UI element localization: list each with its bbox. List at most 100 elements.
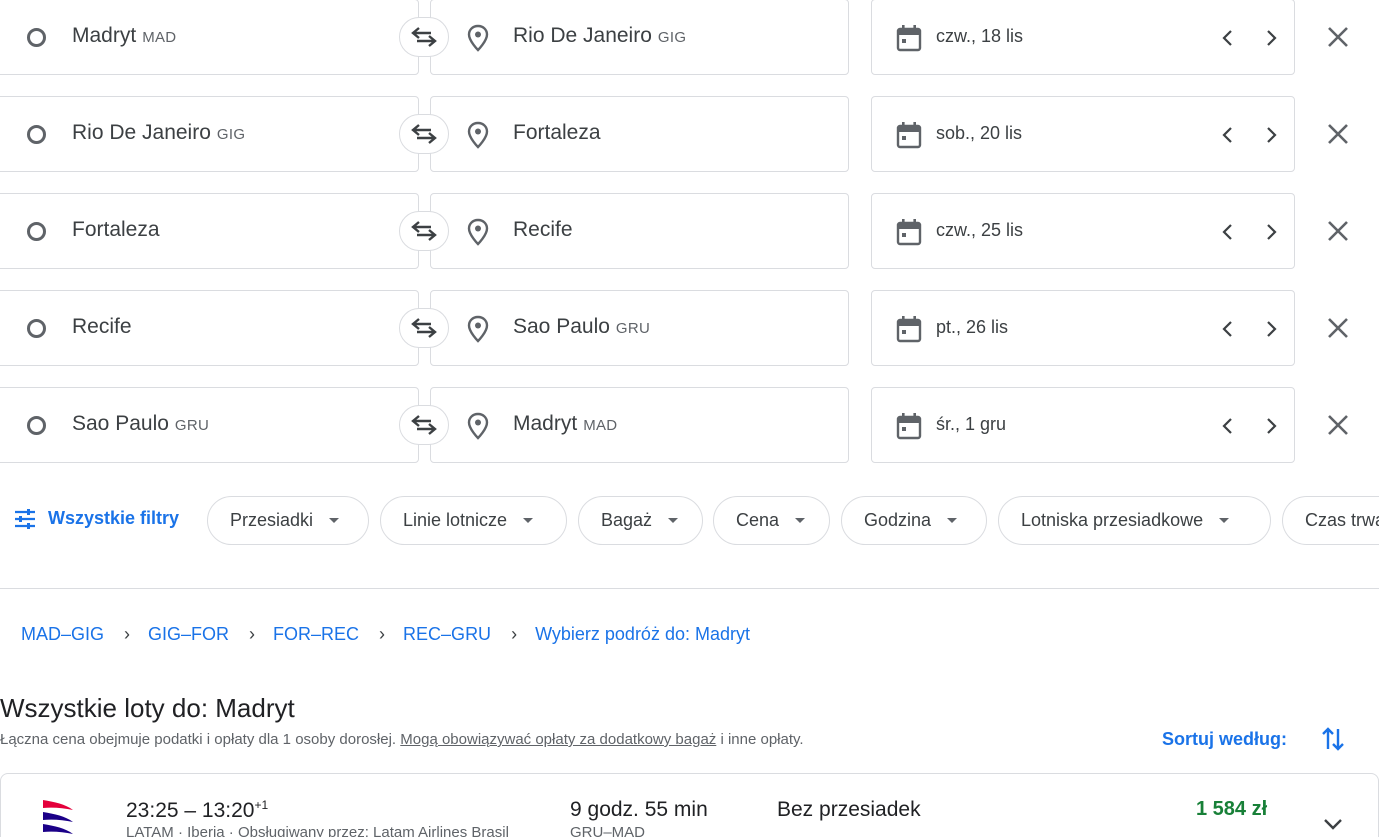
origin-circle-icon	[27, 222, 46, 241]
chip-label: Lotniska przesiadkowe	[1021, 510, 1204, 530]
price-note-suffix: i inne opłaty.	[716, 731, 804, 748]
chip-label: Godzina	[864, 510, 932, 530]
destination-field[interactable]: Recife	[430, 193, 849, 269]
destination-field[interactable]: Rio De Janeiro GIG	[430, 0, 849, 75]
day-offset: +1	[254, 798, 269, 812]
date-text: śr., 1 gru	[936, 414, 1007, 434]
flight-duration: 9 godz. 55 min	[570, 798, 708, 821]
origin-field[interactable]: Recife	[0, 290, 419, 366]
breadcrumb-leg-3[interactable]: FOR–REC	[273, 624, 359, 645]
breadcrumb-leg-2[interactable]: GIG–FOR	[148, 624, 229, 645]
origin-code: MAD	[142, 29, 177, 46]
remove-leg-close-icon[interactable]	[1324, 23, 1352, 51]
origin-field[interactable]: Sao Paulo GRU	[0, 387, 419, 463]
next-date-button[interactable]	[1259, 218, 1283, 246]
destination-city: Sao Paulo	[513, 315, 610, 338]
all-filters-label: Wszystkie filtry	[48, 508, 180, 528]
destination-code: MAD	[583, 417, 618, 434]
previous-date-button[interactable]	[1216, 218, 1240, 246]
expand-chevron-down-icon[interactable]	[1321, 814, 1345, 834]
remove-leg-close-icon[interactable]	[1324, 120, 1352, 148]
remove-leg-close-icon[interactable]	[1324, 411, 1352, 439]
destination-field[interactable]: Madryt MAD	[430, 387, 849, 463]
filter-chip-bags[interactable]: Bagaż	[578, 496, 703, 545]
origin-city: Rio De Janeiro	[72, 121, 211, 144]
flight-leg-2: Rio De Janeiro GIG Fortaleza sob., 20 lis	[0, 96, 1379, 172]
next-date-button[interactable]	[1259, 315, 1283, 343]
swap-button[interactable]	[399, 405, 449, 445]
price-note-prefix: Łączna cena obejmuje podatki i opłaty dl…	[0, 731, 401, 748]
calendar-icon	[896, 413, 922, 440]
flight-price: 1 584 zł	[1196, 798, 1268, 820]
origin-field[interactable]: Madryt MAD	[0, 0, 419, 75]
next-date-button[interactable]	[1259, 412, 1283, 440]
origin-field[interactable]: Rio De Janeiro GIG	[0, 96, 419, 172]
swap-arrows-icon	[411, 27, 437, 47]
caret-down-icon	[523, 518, 534, 523]
location-pin-icon	[467, 24, 489, 52]
filter-chip-connecting-airports[interactable]: Lotniska przesiadkowe	[998, 496, 1271, 545]
origin-circle-icon	[27, 125, 46, 144]
swap-arrows-icon	[411, 318, 437, 338]
departure-date-field[interactable]: czw., 18 lis	[871, 0, 1295, 75]
destination-city: Rio De Janeiro	[513, 24, 652, 47]
remove-leg-close-icon[interactable]	[1324, 314, 1352, 342]
bag-fees-link[interactable]: Mogą obowiązywać opłaty za dodatkowy bag…	[400, 731, 716, 748]
origin-city: Fortaleza	[72, 218, 160, 241]
location-pin-icon	[467, 121, 489, 149]
departure-date-field[interactable]: pt., 26 lis	[871, 290, 1295, 366]
breadcrumb-leg-1[interactable]: MAD–GIG	[21, 624, 104, 645]
destination-city: Madryt	[513, 412, 578, 435]
date-text: czw., 25 lis	[936, 220, 1024, 240]
sort-button[interactable]: Sortuj według:	[1162, 729, 1287, 750]
chevron-right-icon: ›	[379, 624, 386, 644]
flight-leg-3: Fortaleza Recife czw., 25 lis	[0, 193, 1379, 269]
origin-code: GIG	[216, 126, 246, 143]
next-date-button[interactable]	[1259, 24, 1283, 52]
previous-date-button[interactable]	[1216, 24, 1240, 52]
swap-button[interactable]	[399, 211, 449, 251]
latam-logo-icon	[43, 800, 73, 834]
previous-date-button[interactable]	[1216, 121, 1240, 149]
date-text: czw., 18 lis	[936, 26, 1024, 46]
origin-code: GRU	[174, 417, 210, 434]
date-text: pt., 26 lis	[936, 317, 1009, 337]
filter-chip-airlines[interactable]: Linie lotnicze	[380, 496, 567, 545]
next-date-button[interactable]	[1259, 121, 1283, 149]
departure-date-field[interactable]: czw., 25 lis	[871, 193, 1295, 269]
origin-circle-icon	[27, 416, 46, 435]
filter-chip-stops[interactable]: Przesiadki	[207, 496, 369, 545]
origin-field[interactable]: Fortaleza	[0, 193, 419, 269]
remove-leg-close-icon[interactable]	[1324, 217, 1352, 245]
filter-chip-duration[interactable]: Czas trwania	[1282, 496, 1379, 545]
caret-down-icon	[329, 518, 340, 523]
swap-button[interactable]	[399, 114, 449, 154]
previous-date-button[interactable]	[1216, 315, 1240, 343]
location-pin-icon	[467, 412, 489, 440]
filter-chip-price[interactable]: Cena	[713, 496, 830, 545]
origin-city: Sao Paulo	[72, 412, 169, 435]
origin-city: Madryt	[72, 24, 137, 47]
previous-date-button[interactable]	[1216, 412, 1240, 440]
chip-label: Bagaż	[601, 510, 653, 530]
calendar-icon	[896, 219, 922, 246]
destination-city: Fortaleza	[513, 121, 601, 144]
departure-date-field[interactable]: śr., 1 gru	[871, 387, 1295, 463]
chevron-right-icon: ›	[511, 624, 518, 644]
sort-arrows-icon[interactable]	[1321, 725, 1345, 753]
filter-chip-times[interactable]: Godzina	[841, 496, 987, 545]
caret-down-icon	[668, 518, 679, 523]
swap-button[interactable]	[399, 17, 449, 57]
departure-date-field[interactable]: sob., 20 lis	[871, 96, 1295, 172]
destination-code: GIG	[657, 29, 687, 46]
destination-field[interactable]: Fortaleza	[430, 96, 849, 172]
destination-field[interactable]: Sao Paulo GRU	[430, 290, 849, 366]
caret-down-icon	[947, 518, 958, 523]
caret-down-icon	[1219, 518, 1230, 523]
all-filters-button[interactable]: Wszystkie filtry	[14, 508, 179, 529]
chip-label: Przesiadki	[230, 510, 314, 530]
chip-label: Linie lotnicze	[403, 510, 508, 530]
breadcrumb-leg-4[interactable]: REC–GRU	[403, 624, 491, 645]
swap-button[interactable]	[399, 308, 449, 348]
flight-result-card[interactable]: 23:25 – 13:20+1 LATAM · Iberia · Obsługi…	[0, 773, 1379, 837]
